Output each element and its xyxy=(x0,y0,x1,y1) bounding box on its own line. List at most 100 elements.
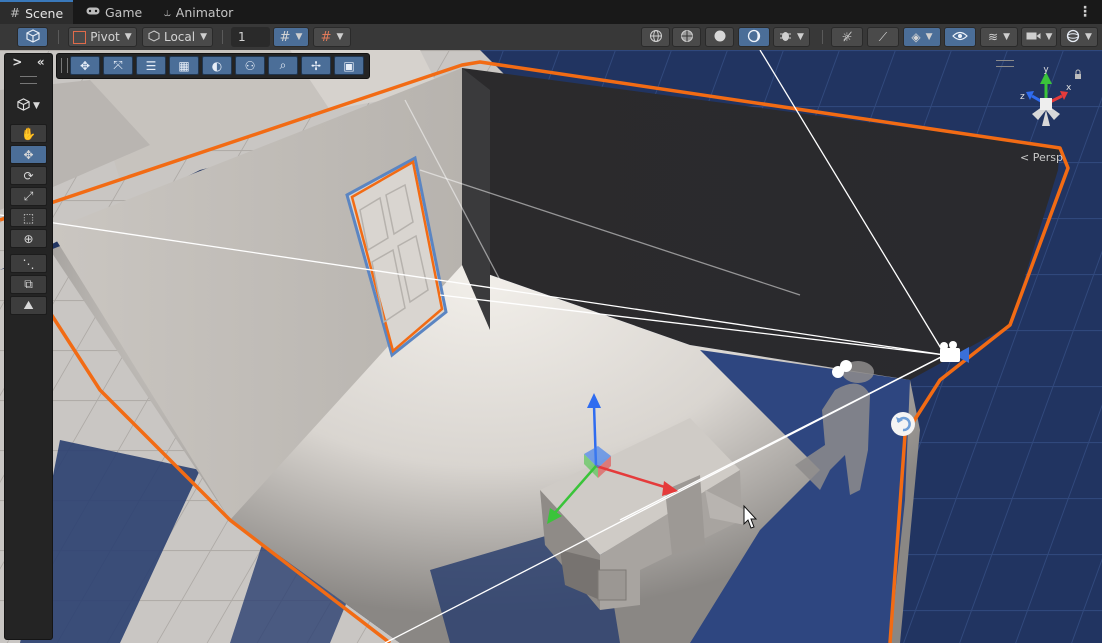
shading-shaded-wireframe-button[interactable] xyxy=(672,27,701,47)
tab-animator[interactable]: ⥿ Animator xyxy=(154,0,243,24)
scene-viewport[interactable] xyxy=(0,50,1102,643)
terrain-tool-button[interactable]: ⛰ xyxy=(10,296,47,315)
panel-grip-handle[interactable] xyxy=(20,76,37,84)
collapse-icon[interactable]: « xyxy=(37,55,45,69)
hand-icon: ✋ xyxy=(21,126,36,141)
scene-visibility-button[interactable] xyxy=(944,27,976,47)
chevron-down-icon: ▼ xyxy=(124,32,132,42)
rotate-tool-button[interactable]: ⟳ xyxy=(10,166,47,185)
grid-visibility-button[interactable]: # ▼ xyxy=(313,27,351,47)
pivot-icon xyxy=(73,30,87,44)
layers-effects-icon: ◈ xyxy=(911,30,921,44)
rect-transform-icon: ⬚ xyxy=(22,210,35,225)
more-options-icon[interactable]: ⋮ xyxy=(1078,4,1092,20)
chevron-down-icon: ▼ xyxy=(295,32,303,42)
gizmo-y-label: y xyxy=(1043,65,1049,75)
shaded-wireframe-sphere-icon xyxy=(680,29,694,46)
shading-shaded-button[interactable] xyxy=(705,27,734,47)
nodes-icon: ⚇ xyxy=(244,58,256,73)
overlay-pivot-button[interactable]: ✢ xyxy=(301,56,331,75)
overlay-search-button[interactable]: ⌕ xyxy=(268,56,298,75)
gizmos-dropdown[interactable]: ▼ xyxy=(1060,27,1098,47)
overlay-grid-button[interactable]: ▦ xyxy=(169,56,199,75)
expand-icon[interactable]: > xyxy=(12,55,22,69)
transform-tool-button[interactable]: ⊕ xyxy=(10,229,47,248)
toolbar-separator xyxy=(822,30,823,44)
pivot-arrows-icon: ✢ xyxy=(310,58,322,73)
chevron-down-icon: ▼ xyxy=(925,32,933,42)
audio-off-icon: ⟋ xyxy=(878,29,888,44)
bug-icon xyxy=(779,29,792,45)
orientation-gizmo[interactable]: y x z xyxy=(1012,64,1092,144)
gizmos-globe-icon xyxy=(1066,29,1080,46)
snap-increment-value: 1 xyxy=(238,30,246,44)
camera-settings-dropdown[interactable]: ▼ xyxy=(1021,27,1057,47)
grid-icon: ▦ xyxy=(178,58,190,73)
gamepad-icon xyxy=(86,5,100,19)
overlay-shading-button[interactable]: ◐ xyxy=(202,56,232,75)
hand-tool-button[interactable]: ✋ xyxy=(10,124,47,143)
cross-arrows-icon: ⤧ xyxy=(113,58,123,72)
overlay-grip-handle[interactable] xyxy=(61,58,68,73)
grid-snap-icon: # xyxy=(279,29,291,45)
tab-game-label: Game xyxy=(105,4,143,20)
wireframe-sphere-icon xyxy=(649,29,663,46)
layers-dropdown[interactable]: ≋ ▼ xyxy=(980,27,1018,47)
lighting-toggle-button[interactable]: ☼̸ xyxy=(831,27,863,47)
box-select-icon: ⧉ xyxy=(24,277,33,291)
shading-unlit-button[interactable] xyxy=(738,27,770,47)
projection-toggle-label[interactable]: < Persp xyxy=(1020,151,1063,164)
toolbar-separator xyxy=(58,30,59,44)
tab-game[interactable]: Game xyxy=(76,0,152,24)
overlay-navmesh-button[interactable]: ⚇ xyxy=(235,56,265,75)
layers-icon: ≋ xyxy=(988,30,999,44)
chevron-down-icon: ▼ xyxy=(33,100,40,111)
shading-wireframe-button[interactable] xyxy=(641,27,670,47)
sliders-icon: ☰ xyxy=(145,58,157,73)
search-icon: ⌕ xyxy=(279,58,287,72)
move-arrows-icon: ✥ xyxy=(79,58,91,73)
animator-icon: ⥿ xyxy=(164,4,171,19)
grid-visibility-icon: # xyxy=(320,29,332,45)
tool-context-dropdown[interactable]: ▼ xyxy=(10,96,47,115)
chevron-down-icon: ▼ xyxy=(1003,32,1010,42)
lighting-off-icon: ☼̸ xyxy=(841,30,853,44)
custom-editor-tool-icon: ⋱ xyxy=(22,256,35,271)
lock-icon xyxy=(1075,69,1081,79)
scale-tool-button[interactable]: ⤢ xyxy=(10,187,47,206)
chevron-down-icon: ▼ xyxy=(1085,32,1092,42)
toolbar-separator xyxy=(222,30,223,44)
moon-icon: ◐ xyxy=(211,58,223,73)
chevron-down-icon: ▼ xyxy=(200,32,208,42)
overlay-move-button[interactable]: ✥ xyxy=(70,56,100,75)
tools-panel-header: > « xyxy=(5,54,52,70)
component-tools-overlay: ✥ ⤧ ☰ ▦ ◐ ⚇ ⌕ ✢ ▣ xyxy=(56,53,370,79)
pivot-dropdown[interactable]: Pivot ▼ xyxy=(68,27,137,47)
cube-icon xyxy=(17,97,30,114)
chevron-down-icon: ▼ xyxy=(336,32,344,42)
rotate-icon: ⟳ xyxy=(23,168,34,183)
audio-toggle-button[interactable]: ⟋ xyxy=(867,27,899,47)
effects-dropdown[interactable]: ◈ ▼ xyxy=(903,27,941,47)
tab-scene[interactable]: # Scene xyxy=(0,0,74,24)
custom-tool-button[interactable]: ⋱ xyxy=(10,254,47,273)
debug-draw-mode-button[interactable]: ▼ xyxy=(773,27,810,47)
move-tool-button[interactable]: ✥ xyxy=(10,145,47,164)
probuilder-tool-button[interactable]: ⧉ xyxy=(10,275,47,294)
gizmo-z-label: z xyxy=(1020,92,1025,102)
overlay-camera-view-button[interactable]: ▣ xyxy=(334,56,364,75)
landscape-icon: ⛰ xyxy=(23,298,34,312)
rect-tool-button[interactable]: ⬚ xyxy=(10,208,47,227)
transform-icon: ⊕ xyxy=(23,231,34,246)
overlay-adjust-button[interactable]: ☰ xyxy=(136,56,166,75)
reflection-probe-icon[interactable] xyxy=(891,412,915,436)
scale-icon: ⤢ xyxy=(23,189,34,203)
snap-increment-field[interactable]: 1 xyxy=(231,27,270,47)
camera-icon xyxy=(1026,30,1041,44)
cube-icon xyxy=(25,28,40,46)
grid-snapping-button[interactable]: # ▼ xyxy=(273,27,309,47)
local-global-dropdown[interactable]: Local ▼ xyxy=(142,27,213,47)
2d-3d-toggle-button[interactable] xyxy=(17,27,48,47)
local-label: Local xyxy=(163,30,196,44)
overlay-collider-button[interactable]: ⤧ xyxy=(103,56,133,75)
